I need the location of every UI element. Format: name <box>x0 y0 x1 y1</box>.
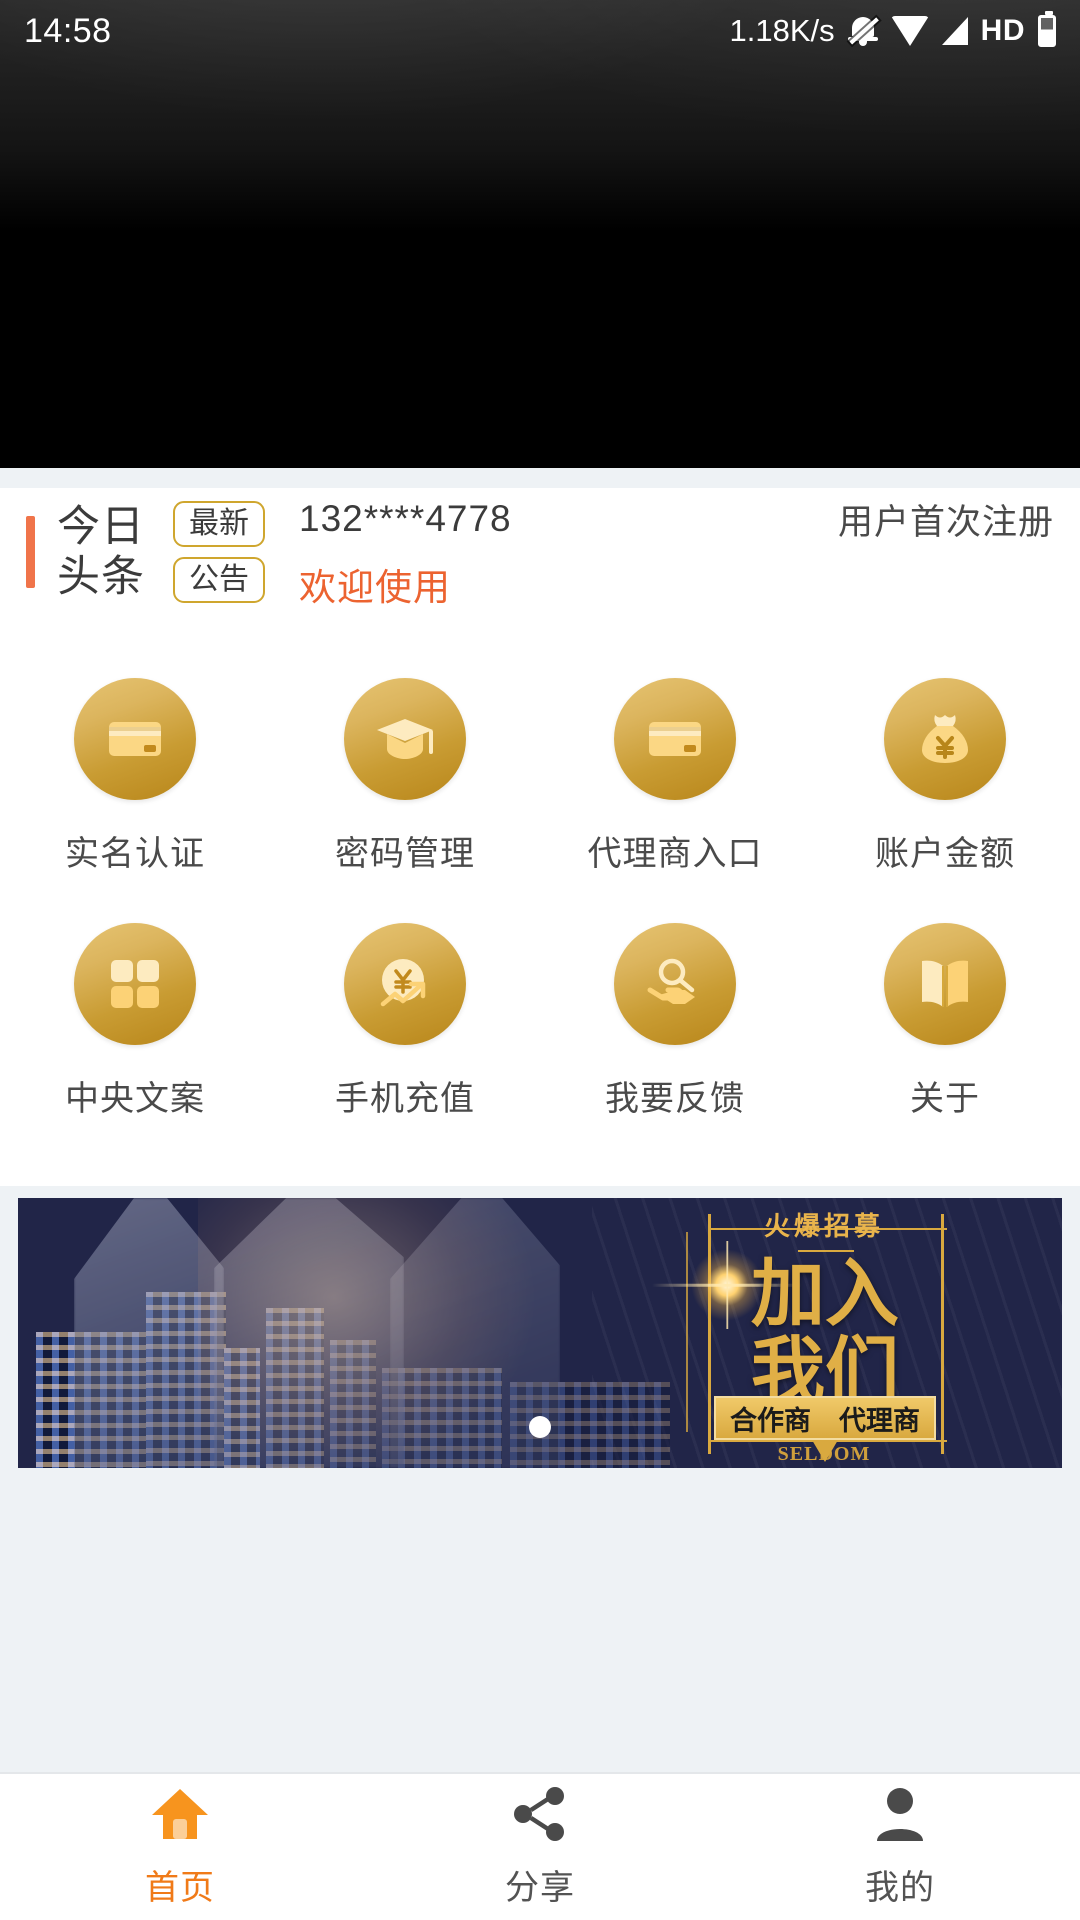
feature-grid-row-2: 中央文案 手机充值 我要反馈 <box>0 875 1080 1120</box>
feature-grid: 实名认证 密码管理 代理商入口 <box>0 616 1080 1186</box>
grid-label-realname: 实名认证 <box>65 826 205 875</box>
app-header <box>0 0 1080 468</box>
bottom-tab-bar: 首页 分享 我的 <box>0 1772 1080 1920</box>
headline-accent-bar <box>26 516 35 588</box>
grid-label-feedback: 我要反馈 <box>605 1071 745 1120</box>
yuan-coin-chart-icon <box>344 923 466 1045</box>
tab-share[interactable]: 分享 <box>360 1774 720 1920</box>
battery-icon <box>1038 15 1056 47</box>
grid-label-agent: 代理商入口 <box>588 826 763 875</box>
network-speed-label: 1.18K/s <box>730 13 835 49</box>
banner-english-line2: JOINS US <box>698 1466 950 1468</box>
banner-headline-small: 火爆招募 <box>734 1206 914 1243</box>
headline-row-1[interactable]: 132****4778 用户首次注册 <box>299 494 1054 545</box>
home-icon <box>149 1785 211 1848</box>
status-bar: 14:58 1.18K/s HD <box>0 0 1080 62</box>
headline-event: 用户首次注册 <box>838 494 1054 545</box>
credit-card-icon <box>614 678 736 800</box>
banner-headline: 加入 我们 <box>712 1256 938 1412</box>
money-bag-yuan-icon <box>884 678 1006 800</box>
headline-welcome: 欢迎使用 <box>299 557 451 611</box>
status-indicators: 1.18K/s HD <box>730 13 1056 49</box>
headline-title: 今日 头条 <box>57 502 145 602</box>
banner-cta-button[interactable]: 合作商 代理商 <box>714 1396 936 1440</box>
tag-notice[interactable]: 公告 <box>173 557 265 603</box>
feature-grid-row-1: 实名认证 密码管理 代理商入口 <box>0 630 1080 875</box>
headline-bar[interactable]: 今日 头条 最新 公告 132****4778 用户首次注册 欢迎使用 <box>0 488 1080 616</box>
tab-home-label: 首页 <box>145 1860 215 1909</box>
promo-banner[interactable]: 火爆招募 加入 我们 OPPORTUNITY SELDOM JOINS US 合… <box>18 1198 1062 1468</box>
grid-label-recharge: 手机充值 <box>335 1071 475 1120</box>
grid-label-balance: 账户金额 <box>875 826 1015 875</box>
share-icon <box>509 1785 571 1848</box>
banner-cta-left: 合作商 <box>730 1399 811 1438</box>
grid-item-about[interactable]: 关于 <box>810 875 1080 1120</box>
banner-divider-top <box>798 1250 854 1252</box>
grid-item-realname[interactable]: 实名认证 <box>0 630 270 875</box>
grid-item-recharge[interactable]: 手机充值 <box>270 875 540 1120</box>
grid-label-about: 关于 <box>910 1071 980 1120</box>
grid-item-central-copy[interactable]: 中央文案 <box>0 875 270 1120</box>
open-book-icon <box>884 923 1006 1045</box>
tag-latest[interactable]: 最新 <box>173 501 265 547</box>
id-card-icon <box>74 678 196 800</box>
grid-label-central-copy: 中央文案 <box>65 1071 205 1120</box>
grid-label-password: 密码管理 <box>335 826 475 875</box>
bell-muted-icon <box>848 15 878 47</box>
headline-messages: 132****4778 用户首次注册 欢迎使用 <box>299 494 1054 611</box>
person-icon <box>869 1785 931 1848</box>
graduation-cap-icon <box>344 678 466 800</box>
grid-item-feedback[interactable]: 我要反馈 <box>540 875 810 1120</box>
tab-profile-label: 我的 <box>865 1860 935 1909</box>
carousel-dot-active[interactable] <box>529 1416 551 1438</box>
status-time: 14:58 <box>24 12 112 51</box>
wifi-icon <box>891 16 929 46</box>
tab-profile[interactable]: 我的 <box>720 1774 1080 1920</box>
grid-squares-icon <box>74 923 196 1045</box>
headline-tags: 最新 公告 <box>173 501 265 603</box>
banner-headline-line1: 加入 <box>712 1256 938 1334</box>
grid-item-password[interactable]: 密码管理 <box>270 630 540 875</box>
headline-title-line2: 头条 <box>57 552 145 602</box>
grid-item-balance[interactable]: 账户金额 <box>810 630 1080 875</box>
banner-glow <box>198 1198 538 1468</box>
hand-magnifier-icon <box>614 923 736 1045</box>
headline-phone: 132****4778 <box>299 498 512 540</box>
tab-share-label: 分享 <box>505 1860 575 1909</box>
headline-title-line1: 今日 <box>57 502 145 552</box>
signal-icon <box>942 17 968 45</box>
headline-row-2[interactable]: 欢迎使用 <box>299 557 1054 611</box>
grid-item-agent[interactable]: 代理商入口 <box>540 630 810 875</box>
banner-cta-right: 代理商 <box>839 1399 920 1438</box>
hd-icon: HD <box>981 14 1025 48</box>
tab-home[interactable]: 首页 <box>0 1774 360 1920</box>
